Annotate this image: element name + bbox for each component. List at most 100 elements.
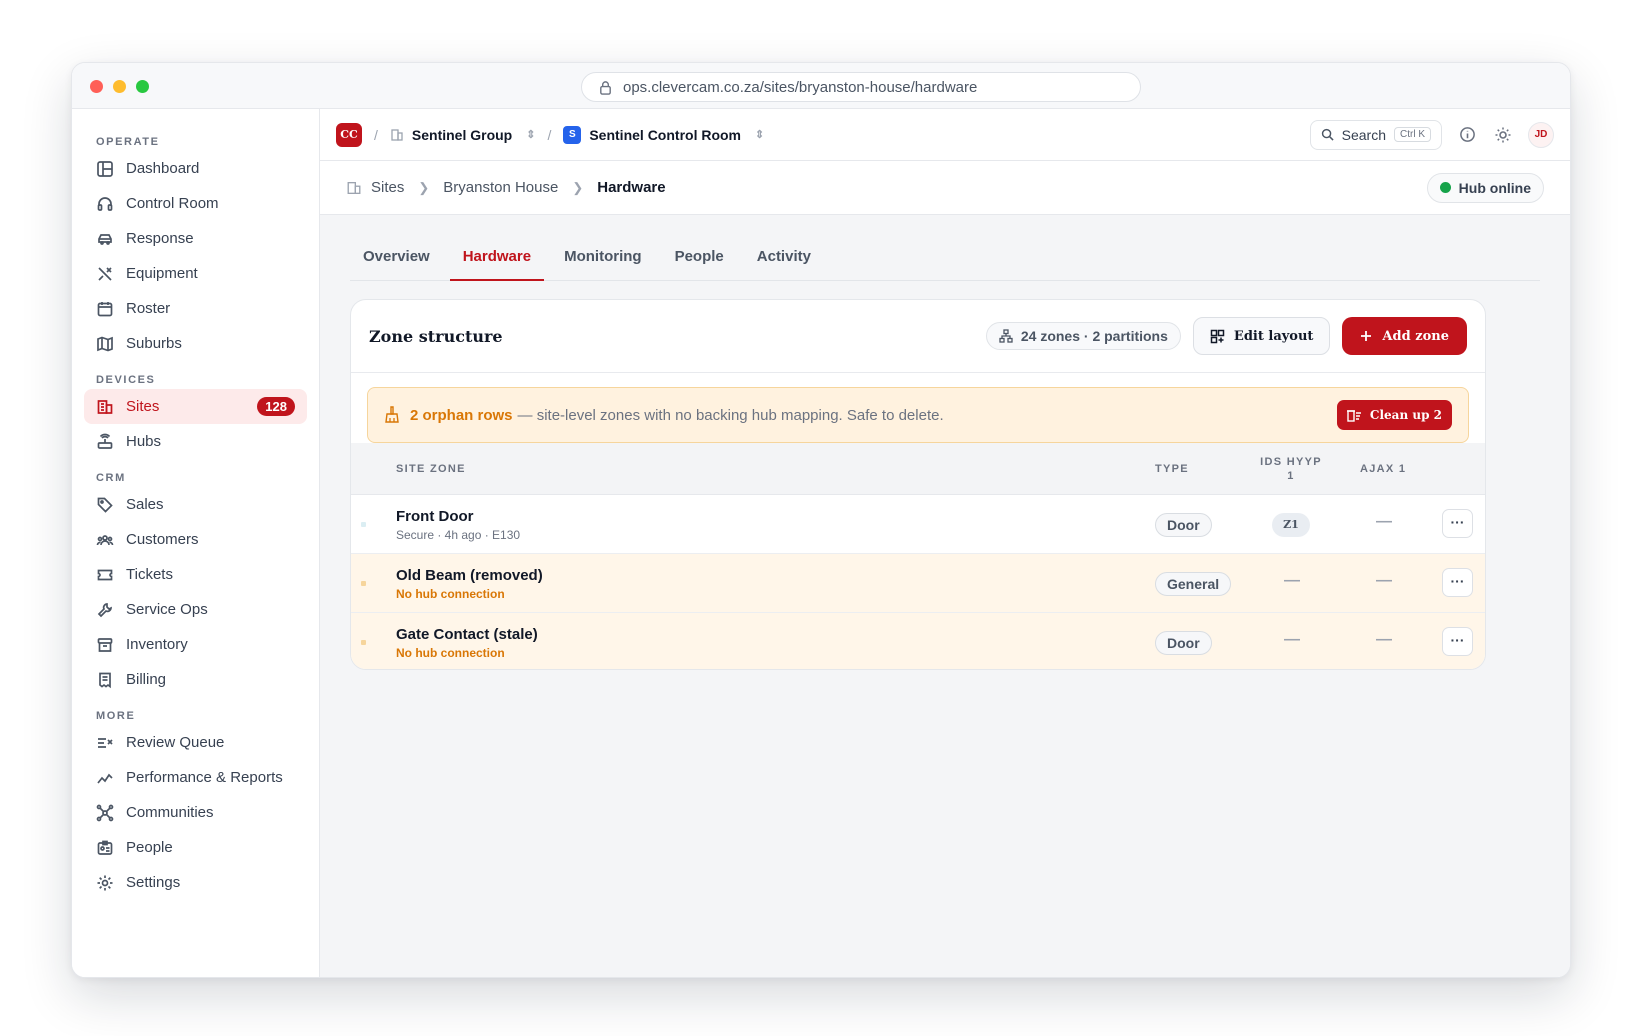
search-label: Search — [1341, 126, 1386, 143]
sidebar-item-label: Service Ops — [126, 601, 208, 618]
sidebar-item-equipment[interactable]: Equipment — [84, 256, 307, 291]
sidebar-item-label: Sites — [126, 398, 160, 415]
ids-zone-badge: Z1 — [1272, 513, 1310, 537]
zone-structure-card: Zone structure 24 zones · 2 partitions E… — [350, 299, 1486, 670]
sidebar-item-inventory[interactable]: Inventory — [84, 627, 307, 662]
sidebar-section-operate: OPERATE — [96, 136, 160, 148]
sidebar-item-hubs[interactable]: Hubs — [84, 424, 307, 459]
gear-icon — [97, 875, 113, 890]
tab-activity[interactable]: Activity — [744, 239, 824, 281]
headset-icon — [97, 196, 113, 211]
zone-name: Front Door — [396, 508, 474, 525]
sidebar-item-billing[interactable]: Billing — [84, 662, 307, 697]
tab-bar: Overview Hardware Monitoring People Acti… — [350, 239, 1540, 281]
sidebar-item-label: Response — [126, 230, 194, 247]
sidebar-section-more: MORE — [96, 710, 136, 722]
avatar[interactable]: JD — [1528, 121, 1554, 148]
sidebar-item-service-ops[interactable]: Service Ops — [84, 592, 307, 627]
orphan-message: — site-level zones with no backing hub m… — [517, 406, 944, 424]
theme-toggle-sun-icon[interactable] — [1492, 124, 1514, 146]
orphan-warning-banner: 2 orphan rows — site-level zones with no… — [367, 387, 1469, 443]
main-content: CC / Sentinel Group ⇕ / S Sentinel Contr… — [320, 109, 1570, 977]
network-icon — [96, 804, 114, 821]
sidebar-item-sites[interactable]: Sites 128 — [84, 389, 307, 424]
hub-status-text: Hub online — [1458, 179, 1531, 196]
tab-overview[interactable]: Overview — [350, 239, 443, 281]
breadcrumb-site[interactable]: Bryanston House — [443, 179, 558, 196]
sidebar-item-label: Dashboard — [126, 160, 200, 177]
table-header: SITE ZONE TYPE IDS HYYP 1 AJAX 1 — [351, 443, 1485, 495]
clean-up-button[interactable]: Clean up 2 — [1336, 400, 1452, 430]
search-button[interactable]: Search Ctrl K — [1309, 119, 1442, 150]
row-marker — [361, 581, 366, 586]
row-menu-button[interactable]: ··· — [1442, 627, 1473, 656]
sidebar-item-label: Hubs — [126, 433, 162, 450]
sidebar-item-customers[interactable]: Customers — [84, 522, 307, 557]
type-badge: General — [1155, 572, 1232, 596]
hierarchy-icon — [999, 329, 1013, 343]
sidebar-item-response[interactable]: Response — [84, 221, 307, 256]
layout-grid-icon — [1210, 329, 1225, 343]
add-zone-label: Add zone — [1382, 328, 1449, 344]
table-row[interactable]: Front Door Secure · 4h ago · E130 Door Z… — [351, 495, 1485, 554]
sidebar-item-label: People — [126, 839, 173, 856]
router-icon — [97, 433, 113, 449]
hub-status-badge: Hub online — [1426, 172, 1544, 203]
sidebar-item-control-room[interactable]: Control Room — [84, 186, 307, 221]
ajax-empty: — — [1376, 631, 1392, 648]
org-logo[interactable]: CC — [336, 122, 362, 147]
sidebar-item-suburbs[interactable]: Suburbs — [84, 326, 307, 361]
address-bar[interactable]: ops.clevercam.co.za/sites/bryanston-hous… — [581, 72, 1141, 102]
add-zone-button[interactable]: Add zone — [1342, 317, 1467, 355]
orphan-count: 2 orphan rows — [410, 406, 513, 424]
url-text: ops.clevercam.co.za/sites/bryanston-hous… — [623, 78, 978, 96]
sidebar-item-tickets[interactable]: Tickets — [84, 557, 307, 592]
breadcrumb-sites[interactable]: Sites — [371, 179, 404, 196]
tab-hardware[interactable]: Hardware — [449, 239, 545, 281]
sidebar-item-sales[interactable]: Sales — [84, 487, 307, 522]
table-row[interactable]: Old Beam (removed) No hub connection Gen… — [351, 554, 1485, 613]
building-icon — [347, 181, 361, 194]
table-row[interactable]: Gate Contact (stale) No hub connection D… — [351, 613, 1485, 669]
edit-layout-button[interactable]: Edit layout — [1192, 317, 1331, 355]
zone-summary-chip: 24 zones · 2 partitions — [985, 322, 1181, 350]
search-shortcut: Ctrl K — [1394, 127, 1431, 142]
tab-people[interactable]: People — [662, 239, 737, 281]
sidebar-item-label: Control Room — [126, 195, 219, 212]
ajax-empty: — — [1376, 513, 1392, 530]
browser-titlebar: ops.clevercam.co.za/sites/bryanston-hous… — [72, 63, 1570, 109]
zone-name: Gate Contact (stale) — [396, 626, 538, 643]
list-check-icon — [98, 737, 113, 748]
sidebar-item-people[interactable]: People — [84, 830, 307, 865]
sidebar-item-label: Settings — [126, 874, 181, 891]
sidebar-item-review-queue[interactable]: Review Queue — [84, 725, 307, 760]
ticket-icon — [97, 569, 113, 580]
sidebar-item-performance-reports[interactable]: Performance & Reports — [84, 760, 307, 795]
control-room-switcher[interactable]: S Sentinel Control Room ⇕ — [563, 125, 765, 144]
maximize-window-button[interactable] — [136, 80, 149, 93]
chevron-updown-icon: ⇕ — [755, 129, 765, 141]
breadcrumb-separator: / — [374, 126, 378, 143]
calendar-icon — [97, 301, 113, 316]
card-title: Zone structure — [369, 326, 503, 346]
type-badge: Door — [1155, 513, 1212, 537]
tab-monitoring[interactable]: Monitoring — [551, 239, 654, 281]
chevron-updown-icon: ⇕ — [526, 129, 536, 141]
search-icon — [1321, 128, 1334, 141]
info-icon[interactable] — [1456, 124, 1478, 146]
minimize-window-button[interactable] — [113, 80, 126, 93]
close-window-button[interactable] — [90, 80, 103, 93]
lock-icon — [600, 80, 611, 95]
header-site-zone: SITE ZONE — [396, 463, 466, 475]
org-switcher[interactable]: Sentinel Group ⇕ — [390, 127, 536, 143]
row-menu-button[interactable]: ··· — [1442, 568, 1473, 597]
breadcrumb-separator: / — [547, 126, 552, 143]
sidebar-item-roster[interactable]: Roster — [84, 291, 307, 326]
row-menu-button[interactable]: ··· — [1442, 509, 1473, 538]
sidebar-item-label: Performance & Reports — [126, 769, 283, 786]
users-icon — [96, 534, 114, 545]
sidebar-item-dashboard[interactable]: Dashboard — [84, 151, 307, 186]
chevron-right-icon: ❯ — [572, 179, 584, 195]
sidebar-item-communities[interactable]: Communities — [84, 795, 307, 830]
sidebar-item-settings[interactable]: Settings — [84, 865, 307, 900]
